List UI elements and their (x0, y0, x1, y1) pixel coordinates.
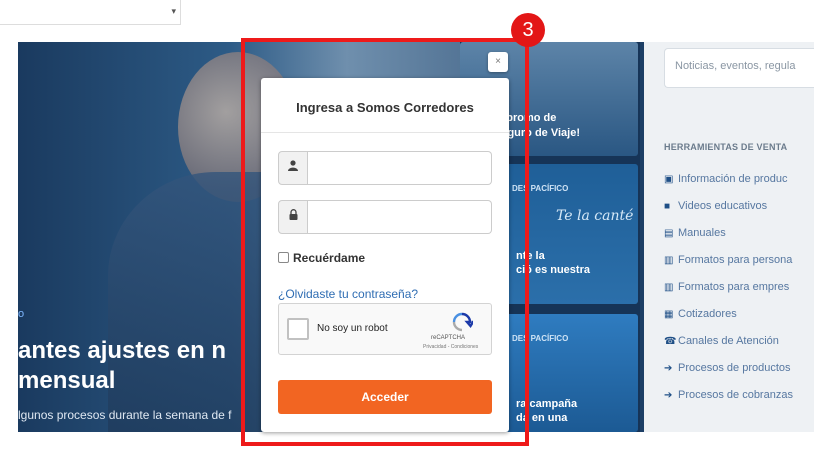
hero-title-line1: antes ajustes en n (18, 337, 227, 364)
search-input[interactable]: Noticias, eventos, regula (664, 48, 814, 88)
sidebar-item-label: Procesos de productos (678, 362, 791, 374)
video-icon: ■ (664, 201, 671, 212)
card2-script: Te la canté (556, 208, 634, 224)
sidebar-item-label: Manuales (678, 227, 726, 239)
hero-bullet: o (18, 308, 25, 320)
file-icon: ▥ (664, 255, 674, 266)
arrow-right-icon: ➔ (664, 363, 673, 374)
sidebar-item-label: Canales de Atención (678, 335, 779, 347)
sidebar-item-billing-processes[interactable]: ➔ Procesos de cobranzas (664, 389, 793, 401)
arrow-right-icon: ➔ (664, 390, 673, 401)
sidebar-item-label: Videos educativos (678, 200, 768, 212)
calculator-icon: ▦ (664, 309, 674, 320)
top-bar: ▾ (0, 0, 814, 42)
file-icon: ▥ (664, 282, 674, 293)
sidebar-item-forms-companies[interactable]: ▥ Formatos para empres (664, 281, 789, 293)
sidebar-item-quoters[interactable]: ▦ Cotizadores (664, 308, 737, 320)
book-icon: ▤ (664, 228, 674, 239)
hero-title: antes ajustes en n mensual (18, 336, 226, 396)
sidebar-item-label: Procesos de cobranzas (678, 389, 793, 401)
sidebar-item-label: Formatos para persona (678, 254, 793, 266)
chevron-down-icon[interactable]: ▾ (171, 6, 176, 17)
document-icon: ▣ (664, 174, 674, 185)
sidebar-item-videos[interactable]: ■ Videos educativos (664, 200, 767, 212)
search-placeholder: Noticias, eventos, regula (675, 60, 796, 72)
sidebar-item-support-channels[interactable]: ☎ Canales de Atención (664, 335, 779, 347)
annotation-step-badge: 3 (511, 13, 545, 47)
phone-icon: ☎ (664, 336, 677, 347)
sidebar-item-forms-persons[interactable]: ▥ Formatos para persona (664, 254, 792, 266)
sidebar-item-manuals[interactable]: ▤ Manuales (664, 227, 726, 239)
sidebar-item-label: Información de produc (678, 173, 788, 185)
hero-title-line2: mensual (18, 367, 116, 394)
sidebar-item-label: Formatos para empres (678, 281, 790, 293)
sidebar: Noticias, eventos, regula HERRAMIENTAS D… (644, 42, 814, 432)
sidebar-item-label: Cotizadores (678, 308, 737, 320)
sidebar-item-product-info[interactable]: ▣ Información de produc (664, 173, 787, 185)
sidebar-item-product-processes[interactable]: ➔ Procesos de productos (664, 362, 791, 374)
annotation-highlight-box (241, 38, 529, 446)
sidebar-section-title: HERRAMIENTAS DE VENTA (664, 142, 788, 152)
hero-subtitle: lgunos procesos durante la semana de f (18, 408, 232, 422)
top-select-dropdown[interactable]: ▾ (0, 0, 181, 25)
